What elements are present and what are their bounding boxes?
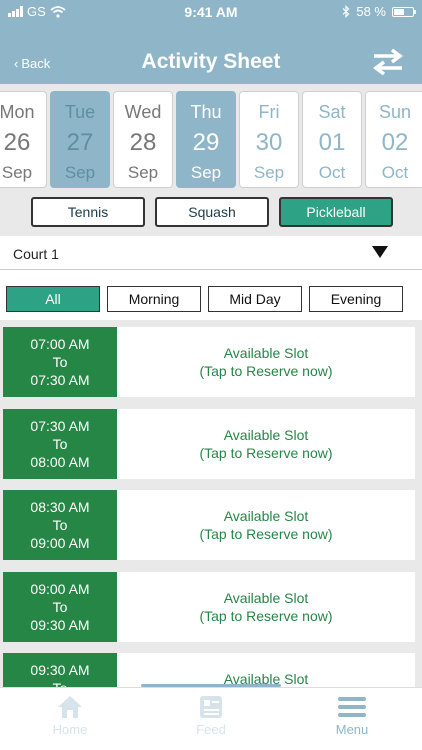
- day-number: 29: [192, 129, 220, 156]
- menu-icon: [338, 697, 366, 717]
- day-card-tue[interactable]: Tue 27 Sep: [50, 91, 110, 188]
- slot-action: (Tap to Reserve now): [199, 526, 333, 542]
- slot-time: 09:30 AMTo10:00 AM: [3, 653, 117, 687]
- slot-time-end: 08:00 AM: [30, 453, 90, 470]
- slot-info: Available Slot(Tap to Reserve now): [117, 653, 415, 687]
- slot-time-to: To: [52, 354, 68, 370]
- day-month: Sep: [64, 163, 96, 182]
- slot-time-start: 07:00 AM: [30, 336, 90, 352]
- sport-tennis-button[interactable]: Tennis: [31, 197, 145, 227]
- day-card-sun[interactable]: Sun 02 Oct: [365, 91, 422, 188]
- slot-info: Available Slot(Tap to Reserve now): [117, 409, 415, 479]
- day-month: Sep: [1, 163, 33, 182]
- day-month: Sep: [190, 163, 222, 182]
- slot-time-to: To: [52, 435, 68, 452]
- day-name: Sun: [378, 102, 412, 122]
- battery-icon: [392, 6, 416, 17]
- header: GS 9:41 AM 58 % ‹ Back Activity Sheet: [0, 0, 422, 84]
- status-right: 58 %: [342, 4, 416, 19]
- day-number: 30: [255, 129, 283, 156]
- sport-squash-button[interactable]: Squash: [155, 197, 269, 227]
- day-number: 02: [381, 129, 409, 156]
- day-name: Fri: [258, 102, 280, 122]
- page-title: Activity Sheet: [141, 50, 281, 73]
- tab-feed[interactable]: Feed: [151, 694, 271, 737]
- slot-info: Available Slot (Tap to Reserve now): [117, 490, 415, 560]
- swap-icon[interactable]: [370, 46, 406, 78]
- day-number: 01: [318, 129, 346, 156]
- court-label: Court 1: [13, 246, 59, 262]
- day-name: Sat: [318, 102, 346, 122]
- slot-time-start: 09:30 AM: [30, 662, 90, 678]
- slot-time: 09:00 AM To 09:30 AM: [3, 571, 117, 642]
- filter-evening-button[interactable]: Evening: [309, 286, 403, 312]
- slot-status: Available Slot: [223, 345, 309, 361]
- day-month: Oct: [318, 163, 346, 182]
- slot-time-end: 09:00 AM: [30, 535, 90, 551]
- slot-action: (Tap to Reserve now): [199, 363, 333, 379]
- day-month: Sep: [253, 163, 285, 182]
- slot-row[interactable]: 07:00 AM To 07:30 AM Available Slot (Tap to …: [3, 327, 415, 397]
- day-selector: Mon 26 Sep Tue 27 Sep Wed 28 Sep Thu 29 Sep Fri 30 Sep…: [0, 91, 422, 188]
- day-number: 28: [129, 129, 157, 156]
- filter-all-button[interactable]: All: [6, 286, 100, 312]
- tab-feed-label: Feed: [196, 722, 226, 737]
- slot-list: 07:00 AM To 07:30 AM Available Slot (Tap to …: [3, 327, 415, 687]
- slot-action: (Tap to Reserve now): [199, 444, 333, 461]
- home-icon: [58, 696, 82, 718]
- day-card-thu[interactable]: Thu 29 Sep: [176, 91, 236, 188]
- slot-status: Available Slot: [223, 426, 309, 443]
- bluetooth-icon: [342, 5, 350, 18]
- sport-selector: Tennis Squash Pickleball: [31, 197, 393, 227]
- slot-info: Available Slot(Tap to Reserve now): [117, 572, 415, 642]
- slot-time-to: To: [53, 679, 68, 687]
- slot-time-start: 07:30 AM: [30, 417, 90, 434]
- slot-time-to: To: [52, 517, 68, 533]
- slot-status: Available Slot: [223, 589, 309, 606]
- slot-time-end: 09:30 AM: [30, 616, 90, 633]
- day-card-fri[interactable]: Fri 30 Sep: [239, 91, 299, 188]
- slot-time: 08:30 AM To 09:00 AM: [3, 490, 117, 560]
- tab-menu[interactable]: Menu: [292, 694, 412, 737]
- tab-bar: Home Feed Menu: [0, 687, 422, 750]
- tab-home-label: Home: [52, 722, 88, 737]
- day-name: Mon: [0, 102, 35, 122]
- slot-action: (Tap to Reserve now): [199, 607, 333, 624]
- slot-time: 07:00 AM To 07:30 AM: [3, 327, 117, 397]
- status-bar: GS 9:41 AM 58 %: [0, 0, 422, 24]
- day-number: 26: [3, 129, 31, 156]
- slot-time-start: 09:00 AM: [30, 580, 90, 597]
- tab-menu-label: Menu: [335, 722, 369, 737]
- day-card-wed[interactable]: Wed 28 Sep: [113, 91, 173, 188]
- day-number: 27: [66, 129, 94, 156]
- slot-row[interactable]: 09:30 AMTo10:00 AMAvailable Slot(Tap to …: [3, 653, 415, 687]
- sport-pickleball-button[interactable]: Pickleball: [279, 197, 393, 227]
- slot-time-end: 07:30 AM: [30, 372, 90, 388]
- day-name: Thu: [190, 102, 222, 122]
- day-card-mon[interactable]: Mon 26 Sep: [0, 91, 47, 188]
- dropdown-arrow-icon: [372, 246, 388, 258]
- slot-time-to: To: [52, 598, 68, 615]
- day-month: Sep: [127, 163, 159, 182]
- day-card-sat[interactable]: Sat 01 Oct: [302, 91, 362, 188]
- slot-row[interactable]: 07:30 AM To 08:00 AM Available Slot (Tap to …: [3, 408, 415, 479]
- time-filter-bar: All Morning Mid Day Evening: [0, 270, 422, 320]
- battery-label: 58 %: [356, 4, 386, 19]
- court-dropdown[interactable]: Court 1: [0, 236, 422, 270]
- slot-time-start: 08:30 AM: [30, 499, 90, 515]
- day-name: Tue: [64, 102, 96, 122]
- filter-morning-button[interactable]: Morning: [107, 286, 201, 312]
- slot-time: 07:30 AM To 08:00 AM: [3, 408, 117, 479]
- feed-icon: [200, 696, 222, 718]
- day-name: Wed: [124, 102, 162, 122]
- slot-info: Available Slot (Tap to Reserve now): [117, 327, 415, 397]
- slot-row[interactable]: 08:30 AM To 09:00 AM Available Slot (Tap to …: [3, 490, 415, 560]
- slot-status: Available Slot: [223, 508, 309, 524]
- filter-midday-button[interactable]: Mid Day: [208, 286, 302, 312]
- slot-row[interactable]: 09:00 AM To 09:30 AM Available Slot (Tap to …: [3, 571, 415, 642]
- tab-home[interactable]: Home: [10, 694, 130, 737]
- day-month: Oct: [381, 163, 409, 182]
